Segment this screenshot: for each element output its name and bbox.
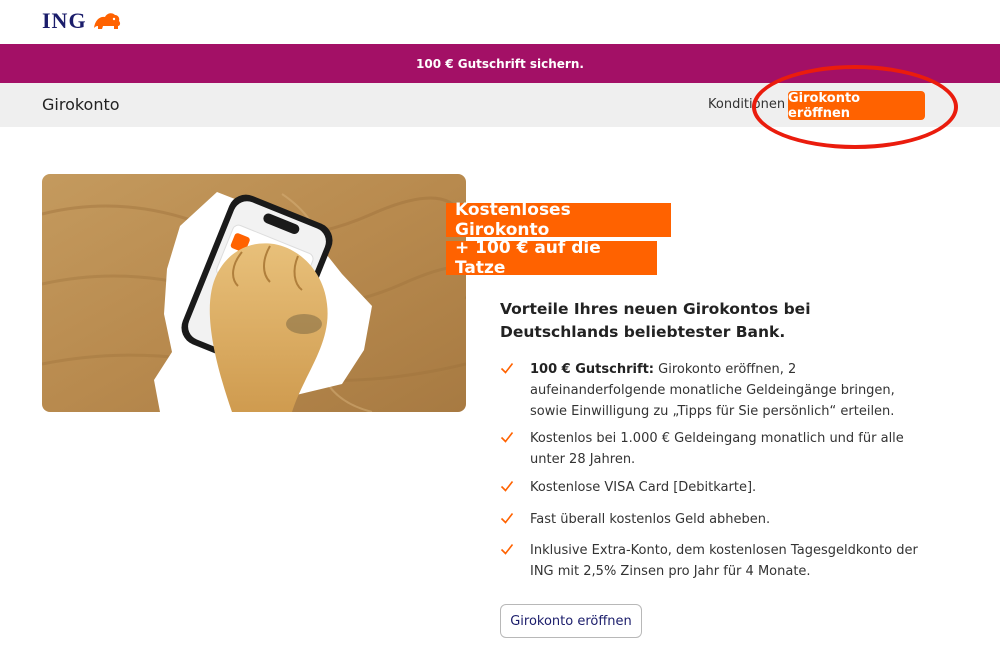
- list-item: Kostenlos bei 1.000 € Geldeingang monatl…: [500, 428, 930, 470]
- hero-badge-free-account: Kostenloses Girokonto: [446, 200, 671, 240]
- checkmark-icon: [500, 432, 514, 443]
- benefit-text: Kostenlose VISA Card [Debitkarte].: [530, 480, 757, 495]
- logo-text: ING: [42, 8, 87, 33]
- checkmark-icon: [500, 363, 514, 374]
- lion-icon: [93, 13, 120, 29]
- hero-badge-bonus: + 100 € auf die Tatze: [446, 238, 657, 278]
- checkmark-icon: [500, 481, 514, 492]
- open-account-button-header[interactable]: Girokonto eröffnen: [788, 91, 925, 121]
- top-bar: ING: [0, 0, 1000, 44]
- checkmark-icon: [500, 544, 514, 555]
- list-item: Inklusive Extra-Konto, dem kostenlosen T…: [500, 540, 930, 582]
- konditionen-link[interactable]: Konditionen: [708, 97, 785, 112]
- benefit-text: Kostenlos bei 1.000 € Geldeingang monatl…: [530, 431, 904, 467]
- page-title: Girokonto: [42, 95, 120, 114]
- list-item: Fast überall kostenlos Geld abheben.: [500, 509, 930, 530]
- benefit-bold: 100 € Gutschrift:: [530, 362, 655, 377]
- list-item: 100 € Gutschrift: Girokonto eröffnen, 2 …: [500, 359, 930, 422]
- benefit-text: 100 € Gutschrift: Girokonto eröffnen, 2 …: [530, 359, 928, 422]
- promo-text: 100 € Gutschrift sichern.: [416, 56, 584, 71]
- benefits-headline: Vorteile Ihres neuen Girokontos bei Deut…: [500, 300, 811, 341]
- hero-image: [42, 174, 466, 412]
- benefit-text: Inklusive Extra-Konto, dem kostenlosen T…: [530, 543, 918, 579]
- checkmark-icon: [500, 513, 514, 524]
- open-account-button[interactable]: Girokonto eröffnen: [500, 604, 642, 638]
- promo-banner[interactable]: 100 € Gutschrift sichern.: [0, 44, 1000, 83]
- benefit-text: Fast überall kostenlos Geld abheben.: [530, 512, 771, 527]
- list-item: Kostenlose VISA Card [Debitkarte].: [500, 477, 930, 498]
- ing-logo[interactable]: ING: [42, 8, 123, 34]
- lion-paw-phone-image: [42, 174, 466, 412]
